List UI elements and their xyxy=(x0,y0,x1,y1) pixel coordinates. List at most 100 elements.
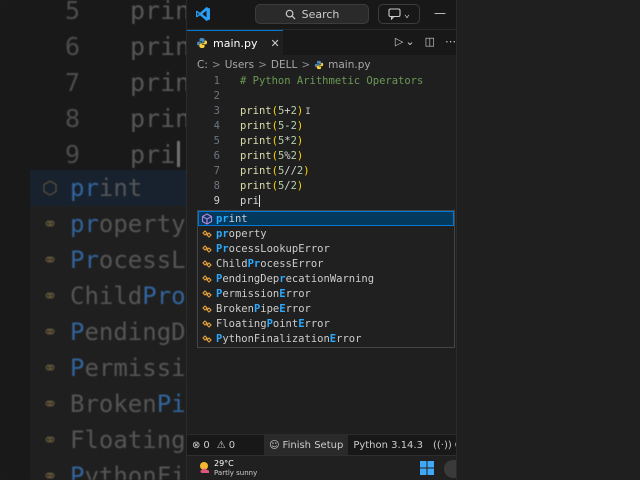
suggestion-text: ocessError xyxy=(260,257,324,270)
suggestion-text: int xyxy=(228,212,248,225)
line-number: 8 xyxy=(213,179,220,192)
background-dim xyxy=(0,0,186,480)
suggestion-text: Pr xyxy=(247,257,261,270)
code-token: # Python Arithmetic Operators xyxy=(240,74,424,87)
suggestion-text: rror xyxy=(285,287,311,300)
weather-description: Partly sunny xyxy=(214,469,258,477)
suggestion-item[interactable]: PendingDep r ecationWarning xyxy=(198,271,454,286)
finish-setup-button[interactable]: ☺ Finish Setup xyxy=(264,435,349,455)
line-code: print(5*2) xyxy=(240,135,303,147)
minimize-button[interactable]: — xyxy=(434,6,446,20)
code-line[interactable]: 2 xyxy=(187,88,240,103)
run-icon[interactable]: ▷ xyxy=(395,35,403,48)
code-token: ) xyxy=(296,134,304,147)
python-file-icon xyxy=(314,60,324,70)
code-token: print xyxy=(240,179,272,192)
python-version: Python 3.14.3 xyxy=(353,439,423,451)
split-editor-icon[interactable]: ◫ xyxy=(425,35,435,48)
line-code: print(5-2) xyxy=(240,120,303,132)
line-code: print(5%2) xyxy=(240,150,303,162)
taskbar-search-button[interactable] xyxy=(444,460,456,478)
line-number: 1 xyxy=(213,74,220,87)
code-line[interactable]: 8 print(5/2) xyxy=(187,178,304,193)
variable-icon xyxy=(198,258,216,270)
chevron-down-icon[interactable]: ⌄ xyxy=(405,35,414,48)
chevron-down-icon: ⌄ xyxy=(403,8,411,20)
suggestion-text: endingDep xyxy=(222,272,280,285)
suggestion-item[interactable]: Permission Error xyxy=(198,286,454,301)
line-number: 6 xyxy=(213,149,220,162)
variable-icon xyxy=(198,228,216,240)
code-token: ) xyxy=(296,149,304,162)
breadcrumb-item[interactable]: main.py xyxy=(328,59,370,71)
suggestion-item[interactable]: Broken Pipe Error xyxy=(198,301,454,316)
suggestion-text: ocessLookupError xyxy=(228,242,330,255)
suggestion-text: ecationWarning xyxy=(285,272,375,285)
suggestion-text: ipe xyxy=(260,302,280,315)
tab-main-py[interactable]: main.py ✕ xyxy=(187,30,283,55)
title-bar: Search ⌄ — xyxy=(187,0,456,30)
code-line[interactable]: 5 print(5*2) xyxy=(187,133,304,148)
code-line[interactable]: 3 print(5+2) I xyxy=(187,103,311,118)
editor-tab-bar: main.py ✕ ▷ ⌄ ◫ ⋯ xyxy=(187,30,456,55)
warning-icon: ⚠ xyxy=(216,439,226,451)
status-bar: ⊗ 0 ⚠ 0 ☺ Finish Setup Python 3.14.3 ((·… xyxy=(187,434,456,455)
search-label: Search xyxy=(301,7,340,21)
breadcrumb-item[interactable]: C: xyxy=(197,59,208,71)
line-number: 4 xyxy=(213,119,220,132)
suggestion-text: rror xyxy=(285,302,311,315)
code-line[interactable]: 4 print(5-2) xyxy=(187,118,304,133)
code-line[interactable]: 1 # Python Arithmetic Operators xyxy=(187,73,424,88)
suggestion-item[interactable]: pr operty xyxy=(198,226,454,241)
copilot-chat-button[interactable]: ⌄ xyxy=(378,4,420,24)
suggestion-item[interactable]: Pr ocessLookupError xyxy=(198,241,454,256)
error-count: 0 xyxy=(203,439,210,451)
code-line[interactable]: 9 pri xyxy=(187,193,260,208)
code-token: print xyxy=(240,104,272,117)
code-token: print xyxy=(240,119,272,132)
python-file-icon xyxy=(197,38,207,48)
partly-sunny-icon[interactable] xyxy=(197,459,215,477)
breadcrumb-separator: > xyxy=(211,59,221,71)
variable-icon xyxy=(198,333,216,345)
code-line[interactable]: 7 print(5//2) xyxy=(187,163,310,178)
line-code: print(5/2) xyxy=(240,180,303,192)
suggestion-text: pr xyxy=(216,212,229,225)
variable-icon xyxy=(198,273,216,285)
code-token: print xyxy=(240,149,272,162)
mouse-ibeam-icon: I xyxy=(305,106,311,117)
broadcast-icon: ((·)) xyxy=(432,439,452,451)
copilot-icon: ☺ xyxy=(269,439,280,451)
chat-icon xyxy=(388,8,401,20)
code-token: print xyxy=(240,164,272,177)
suggestion-item[interactable]: pr int xyxy=(198,211,454,226)
command-center-search[interactable]: Search xyxy=(255,4,369,24)
suggestion-text: oint xyxy=(272,317,299,330)
code-line[interactable]: 6 print(5%2) xyxy=(187,148,304,163)
search-icon xyxy=(285,9,296,20)
suggestion-item[interactable]: Floating Point Error xyxy=(198,316,454,331)
windows-taskbar: 29°C Partly sunny xyxy=(187,455,456,480)
problems-indicator[interactable]: ⊗ 0 ⚠ 0 xyxy=(187,435,240,455)
more-actions-icon[interactable]: ⋯ xyxy=(445,35,456,48)
go-live-button[interactable]: ((·)) Go xyxy=(428,435,456,455)
line-number: 5 xyxy=(213,134,220,147)
method-icon xyxy=(198,212,216,225)
breadcrumb-separator: > xyxy=(301,59,311,71)
suggestion-item[interactable]: PythonFinalization Error xyxy=(198,331,454,346)
suggestion-text: Broken xyxy=(216,302,254,315)
vscode-logo-icon xyxy=(196,7,210,21)
breadcrumb-item[interactable]: Users xyxy=(225,59,254,71)
windows-start-icon[interactable] xyxy=(420,461,434,475)
suggestion-item[interactable]: Child Pr ocessError xyxy=(198,256,454,271)
variable-icon xyxy=(198,288,216,300)
editor-actions: ▷ ⌄ ◫ ⋯ xyxy=(395,35,456,48)
text-cursor xyxy=(258,194,260,207)
close-icon[interactable]: ✕ xyxy=(270,37,279,50)
suggestion-text: pr xyxy=(216,227,229,240)
finish-setup-label: Finish Setup xyxy=(282,439,344,451)
breadcrumb-item[interactable]: DELL xyxy=(271,59,297,71)
suggestion-text: ythonFinalization xyxy=(222,332,330,345)
line-code: pri xyxy=(240,194,260,207)
python-interpreter[interactable]: Python 3.14.3 xyxy=(348,435,428,455)
